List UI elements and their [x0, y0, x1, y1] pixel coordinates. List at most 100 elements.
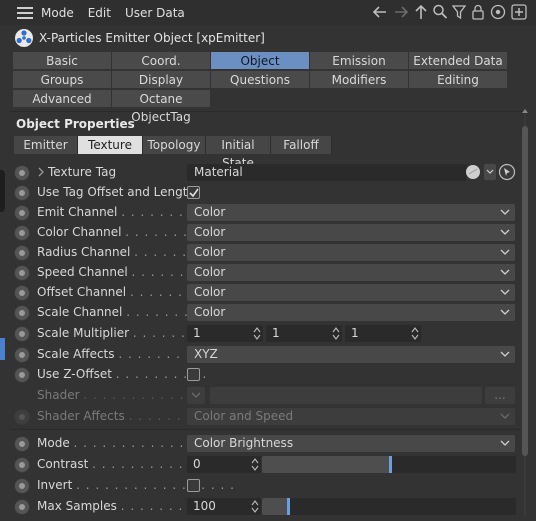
scale-channel-label: Scale Channel . . . . . . . . .	[37, 305, 209, 319]
max-samples-field[interactable]: 100	[187, 498, 261, 515]
animate-radio[interactable]	[14, 367, 30, 383]
row-shader-affects: Shader Affects . . . . . . . . . Color a…	[10, 406, 520, 426]
row-use-z-offset: Use Z-Offset . . . . . . . . . .	[10, 364, 520, 384]
menu-edit[interactable]: Edit	[88, 6, 111, 20]
offset-channel-dropdown[interactable]: Color	[187, 284, 515, 301]
animate-radio[interactable]	[14, 305, 30, 321]
subtab-falloff[interactable]: Falloff	[271, 136, 332, 154]
tab-advanced[interactable]: Advanced	[13, 90, 112, 108]
contrast-field[interactable]: 0	[187, 456, 261, 473]
animate-radio[interactable]	[14, 457, 30, 473]
invert-checkbox[interactable]	[187, 479, 200, 492]
use-tag-offset-label: Use Tag Offset and Length	[37, 185, 196, 199]
filter-icon[interactable]	[451, 3, 467, 21]
animate-radio[interactable]	[14, 326, 30, 342]
scale-multiplier-y-field[interactable]: 1	[266, 325, 342, 342]
animate-radio[interactable]	[14, 436, 30, 452]
tab-extended-data[interactable]: Extended Data	[409, 52, 508, 70]
object-title: X-Particles Emitter Object [xpEmitter]	[39, 31, 265, 45]
material-sphere-icon[interactable]	[465, 164, 481, 180]
tab-display[interactable]: Display	[112, 71, 211, 89]
row-max-samples: Max Samples . . . . . . . . . . . 100	[10, 496, 520, 516]
use-z-offset-checkbox[interactable]	[187, 368, 200, 381]
shader-field	[210, 387, 482, 404]
hamburger-menu-icon[interactable]	[17, 6, 33, 19]
menu-user-data[interactable]: User Data	[125, 6, 185, 20]
row-invert: Invert . . . . . . . . . . . . . . . . .	[10, 475, 520, 495]
subtab-texture[interactable]: Texture	[78, 136, 143, 154]
scale-affects-dropdown[interactable]: XYZ	[187, 346, 515, 363]
scale-multiplier-x-field[interactable]: 1	[187, 325, 263, 342]
lock-icon[interactable]	[470, 3, 486, 21]
max-samples-slider-thumb[interactable]	[287, 498, 290, 515]
shader-affects-dropdown: Color and Speed	[187, 408, 515, 425]
animate-radio[interactable]	[14, 285, 30, 301]
chevron-down-icon	[500, 229, 510, 235]
animate-radio[interactable]	[14, 265, 30, 281]
spinner-icon[interactable]	[251, 457, 259, 472]
shader-affects-label: Shader Affects . . . . . . . . .	[37, 409, 211, 423]
subtab-initial-state[interactable]: Initial State	[206, 136, 271, 170]
use-tag-offset-checkbox[interactable]	[187, 186, 200, 199]
menu-mode[interactable]: Mode	[41, 6, 74, 20]
spinner-icon[interactable]	[251, 499, 259, 514]
tab-octane-objecttag[interactable]: Octane ObjectTag	[112, 90, 211, 124]
up-arrow-icon[interactable]	[413, 3, 429, 21]
row-texture-tag: Texture Tag Material	[10, 162, 520, 182]
scroll-up-arrow-icon[interactable]	[522, 108, 528, 114]
scale-channel-dropdown[interactable]: Color	[187, 304, 515, 321]
emit-channel-dropdown[interactable]: Color	[187, 204, 515, 221]
tab-groups[interactable]: Groups	[13, 71, 112, 89]
row-offset-channel: Offset Channel . . . . . . . . Color	[10, 282, 520, 302]
subtab-emitter[interactable]: Emitter	[14, 136, 78, 154]
max-samples-slider[interactable]	[262, 498, 516, 515]
texture-tag-chevron-icon[interactable]	[484, 164, 496, 180]
scale-multiplier-z-field[interactable]: 1	[345, 325, 421, 342]
spinner-icon[interactable]	[253, 326, 261, 341]
tab-modifiers[interactable]: Modifiers	[310, 71, 409, 89]
animate-radio[interactable]	[14, 185, 30, 201]
chevron-down-icon	[500, 309, 510, 315]
radius-channel-dropdown[interactable]: Color	[187, 244, 515, 261]
left-edge-highlight	[0, 338, 5, 360]
tab-editing[interactable]: Editing	[409, 71, 508, 89]
animate-radio[interactable]	[14, 478, 30, 494]
subtab-topology[interactable]: Topology	[143, 136, 206, 154]
section-divider	[10, 429, 520, 430]
row-speed-channel: Speed Channel . . . . . . . . . Color	[10, 262, 520, 282]
animate-radio[interactable]	[14, 225, 30, 241]
spinner-icon[interactable]	[332, 326, 340, 341]
invert-label: Invert . . . . . . . . . . . . . . . . .	[37, 478, 235, 492]
texture-tag-field[interactable]: Material	[187, 164, 467, 181]
contrast-slider[interactable]	[262, 456, 516, 473]
tab-coord[interactable]: Coord.	[112, 52, 211, 70]
spinner-icon[interactable]	[411, 326, 419, 341]
search-icon[interactable]	[432, 3, 448, 21]
color-channel-dropdown[interactable]: Color	[187, 224, 515, 241]
animate-radio[interactable]	[14, 499, 30, 515]
tab-emission[interactable]: Emission	[310, 52, 409, 70]
left-edge-strip	[0, 160, 6, 520]
back-arrow-icon[interactable]	[371, 3, 389, 21]
scrollbar-thumb[interactable]	[522, 126, 528, 456]
pick-object-icon[interactable]	[498, 163, 516, 181]
chevron-down-icon	[500, 440, 510, 446]
tab-basic[interactable]: Basic	[13, 52, 112, 70]
use-z-offset-label: Use Z-Offset . . . . . . . . . .	[37, 367, 208, 381]
animate-radio[interactable]	[14, 347, 30, 363]
tab-object[interactable]: Object	[211, 52, 310, 70]
animate-radio[interactable]	[14, 205, 30, 221]
animate-radio	[14, 409, 30, 425]
forward-arrow-icon[interactable]	[392, 3, 410, 21]
animate-radio[interactable]	[14, 165, 30, 181]
speed-channel-dropdown[interactable]: Color	[187, 264, 515, 281]
tab-questions[interactable]: Questions	[211, 71, 310, 89]
contrast-slider-thumb[interactable]	[389, 456, 392, 473]
row-radius-channel: Radius Channel . . . . . . . . Color	[10, 242, 520, 262]
mode-dropdown[interactable]: Color Brightness	[187, 435, 515, 452]
animate-radio[interactable]	[14, 245, 30, 261]
chevron-right-icon[interactable]	[37, 167, 45, 177]
add-icon[interactable]	[510, 3, 528, 21]
target-icon[interactable]	[489, 3, 507, 21]
vertical-scrollbar[interactable]	[522, 109, 528, 516]
